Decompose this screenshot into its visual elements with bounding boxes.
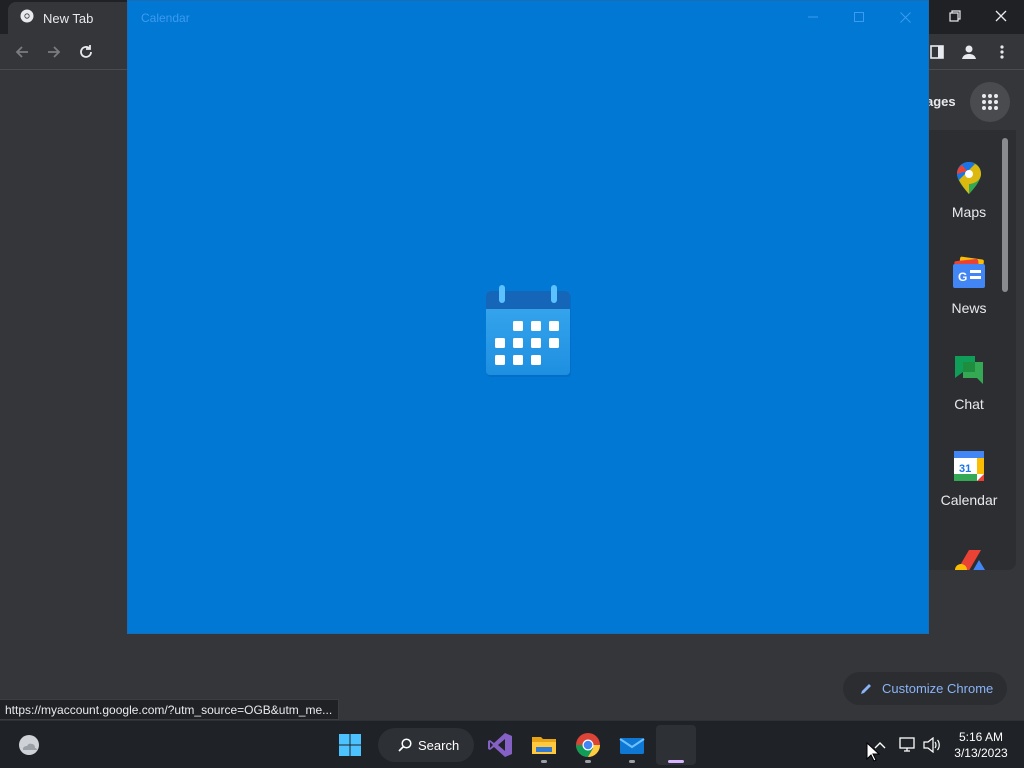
apps-grid-icon [982, 94, 998, 110]
weather-widget[interactable] [9, 725, 49, 765]
taskbar-clock[interactable]: 5:16 AM 3/13/2023 [944, 729, 1018, 761]
maximize-button[interactable] [836, 1, 882, 33]
running-indicator [585, 760, 591, 763]
kebab-menu-icon [1000, 45, 1004, 59]
pencil-icon [861, 683, 871, 694]
svg-text:G: G [958, 270, 967, 284]
app-chat[interactable]: Chat [928, 322, 1010, 418]
app-label: Maps [951, 204, 987, 220]
reload-icon [80, 45, 92, 58]
start-button[interactable] [330, 725, 370, 765]
taskbar-mail[interactable] [612, 725, 652, 765]
clock-date: 3/13/2023 [954, 746, 1008, 760]
chrome-icon [20, 9, 34, 28]
close-icon [995, 10, 1007, 22]
reload-button[interactable] [74, 40, 98, 64]
app-label: Chat [954, 396, 984, 412]
forward-arrow-icon [48, 46, 61, 58]
side-panel-icon [930, 45, 944, 59]
running-indicator [629, 760, 635, 763]
close-window-button[interactable] [978, 0, 1024, 32]
app-ads[interactable] [928, 514, 1010, 570]
customize-chrome-label: Customize Chrome [882, 681, 994, 696]
google-apps-button[interactable] [970, 82, 1010, 122]
chrome-icon [576, 733, 600, 757]
active-indicator [668, 760, 684, 763]
profile-icon [962, 45, 976, 59]
app-label: Calendar [940, 492, 998, 508]
apps-scrollbar[interactable] [1002, 138, 1008, 292]
google-ads-icon [955, 550, 985, 570]
weather-cloud-icon [19, 735, 39, 755]
customize-chrome-button[interactable]: Customize Chrome [843, 672, 1007, 705]
chat-icon [955, 356, 983, 384]
back-button[interactable] [10, 40, 34, 64]
window-title: Calendar [141, 11, 190, 25]
calendar-app-logo-icon [486, 285, 571, 377]
calendar-icon: 31 [954, 451, 984, 481]
restore-icon [949, 10, 961, 22]
app-news[interactable]: G News [928, 226, 1010, 322]
search-label: Search [418, 737, 460, 753]
restore-button[interactable] [932, 0, 978, 32]
status-bar-url: https://myaccount.google.com/?utm_source… [0, 699, 340, 720]
file-explorer-icon [532, 737, 556, 754]
news-icon: G [953, 256, 985, 288]
clock-time: 5:16 AM [958, 730, 1004, 744]
maximize-icon [854, 12, 864, 22]
taskbar-file-explorer[interactable] [524, 725, 564, 765]
app-calendar[interactable]: 31 Calendar [928, 418, 1010, 514]
close-button[interactable] [882, 1, 928, 33]
back-arrow-icon [15, 46, 28, 58]
app-label: News [951, 300, 987, 316]
taskbar-visual-studio[interactable] [480, 725, 520, 765]
visual-studio-icon [488, 733, 512, 757]
profile-button[interactable] [957, 40, 981, 64]
maps-icon [957, 162, 981, 194]
minimize-button[interactable] [790, 1, 836, 33]
forward-button[interactable] [42, 40, 66, 64]
tab-title: New Tab [43, 10, 94, 26]
volume-control[interactable] [921, 734, 943, 756]
mouse-cursor-icon [866, 742, 880, 762]
menu-button[interactable] [990, 40, 1014, 64]
windows-logo-icon [339, 734, 361, 756]
calendar-app-window[interactable]: Calendar [127, 0, 929, 634]
speaker-icon [923, 737, 940, 753]
taskbar-chrome[interactable] [568, 725, 608, 765]
network-status[interactable] [897, 734, 919, 756]
network-icon [899, 737, 915, 752]
search-icon [398, 738, 412, 752]
running-indicator [541, 760, 547, 763]
taskbar-search[interactable]: Search [378, 728, 474, 762]
close-icon [899, 11, 911, 23]
mail-icon [619, 738, 645, 754]
svg-text:31: 31 [959, 463, 971, 475]
minimize-icon [808, 16, 818, 18]
taskbar-calendar-active[interactable] [656, 725, 696, 765]
app-maps[interactable]: Maps [928, 130, 1010, 226]
images-link[interactable]: ages [926, 94, 956, 109]
